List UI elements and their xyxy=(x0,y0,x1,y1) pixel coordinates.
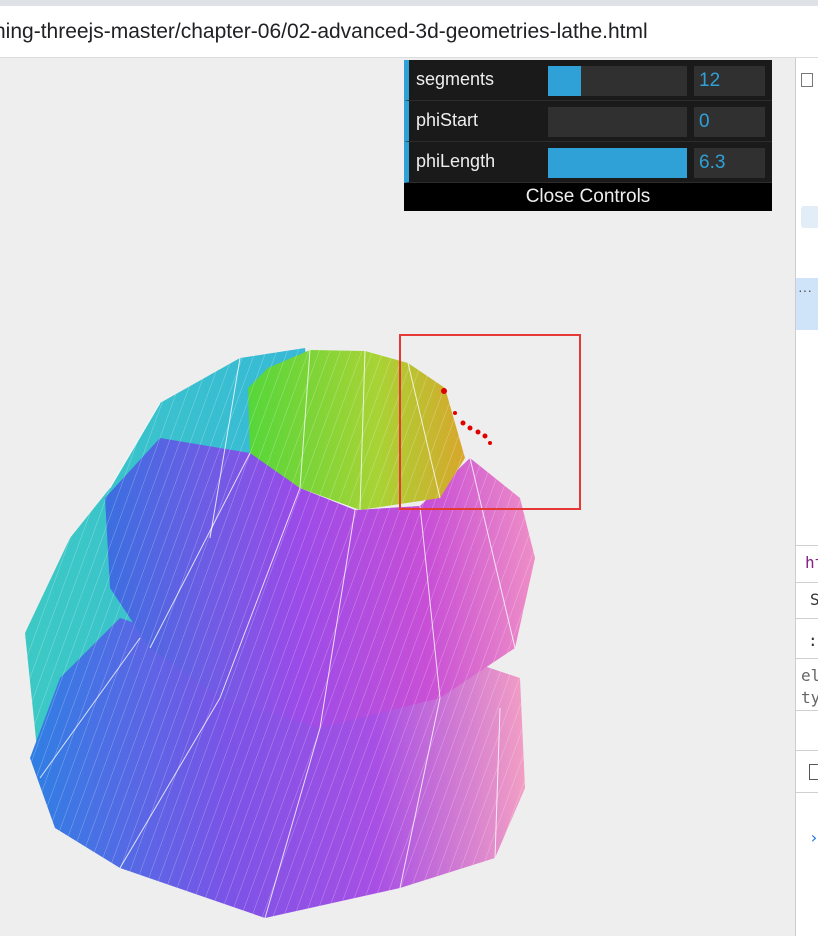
devtools-breadcrumb[interactable]: ht xyxy=(805,553,818,572)
control-label: phiLength xyxy=(416,151,496,171)
curve-point xyxy=(488,441,492,445)
slider-fill xyxy=(548,148,687,178)
philength-input[interactable]: 6.3 xyxy=(694,148,765,178)
curve-point xyxy=(482,433,488,439)
address-bar[interactable]: ning-threejs-master/chapter-06/02-advanc… xyxy=(0,6,818,58)
panel-layout-icon[interactable] xyxy=(809,764,818,780)
curve-point xyxy=(475,429,481,435)
curve-point xyxy=(441,388,447,394)
curve-point xyxy=(453,411,457,415)
segments-slider[interactable] xyxy=(548,66,687,96)
control-label: segments xyxy=(416,69,495,89)
webgl-viewport[interactable]: segments 12 phiStart 0 phiLength 6.3 Clo… xyxy=(0,58,795,936)
more-icon[interactable]: ··· xyxy=(798,282,812,298)
selected-node-row[interactable]: ··· xyxy=(796,278,818,330)
device-toolbar-icon[interactable] xyxy=(801,73,813,87)
philength-slider[interactable] xyxy=(548,148,687,178)
control-row-phistart[interactable]: phiStart 0 xyxy=(404,101,772,142)
console-prompt-icon[interactable]: › xyxy=(809,828,818,847)
styles-tab[interactable]: S xyxy=(810,590,818,609)
phistart-input[interactable]: 0 xyxy=(694,107,765,137)
pseudo-filter[interactable]: : xyxy=(808,631,818,650)
url-text[interactable]: ning-threejs-master/chapter-06/02-advanc… xyxy=(0,20,648,44)
curve-point xyxy=(467,425,473,431)
curve-point xyxy=(460,420,466,426)
slider-fill xyxy=(548,66,582,96)
devtools-tab-highlight xyxy=(801,206,818,228)
control-row-philength[interactable]: phiLength 6.3 xyxy=(404,142,772,183)
style-rule-property: ty xyxy=(801,688,818,707)
control-label: phiStart xyxy=(416,110,479,130)
controls-panel[interactable]: segments 12 phiStart 0 phiLength 6.3 Clo… xyxy=(404,60,772,211)
control-row-segments[interactable]: segments 12 xyxy=(404,60,772,101)
phistart-slider[interactable] xyxy=(548,107,687,137)
close-controls-button[interactable]: Close Controls xyxy=(404,183,772,211)
style-rule-selector: el xyxy=(801,666,818,685)
segments-input[interactable]: 12 xyxy=(694,66,765,96)
devtools-panel[interactable]: ··· ht S : el ty › xyxy=(795,58,818,936)
